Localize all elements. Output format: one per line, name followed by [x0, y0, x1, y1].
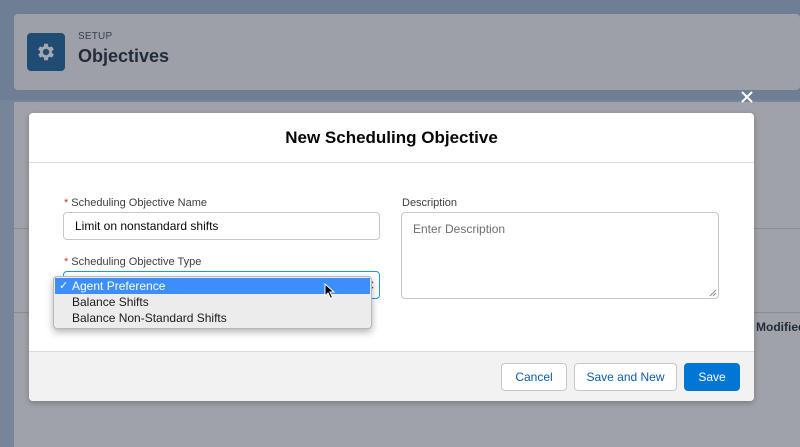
required-marker: * — [64, 256, 69, 268]
description-textarea[interactable] — [401, 212, 719, 299]
modal-header: New Scheduling Objective — [29, 113, 754, 163]
objective-name-label: * Scheduling Objective Name — [64, 197, 208, 209]
resize-grip-icon[interactable] — [709, 289, 717, 297]
objective-type-label: * Scheduling Objective Type — [64, 256, 202, 268]
objective-name-input[interactable] — [63, 212, 380, 240]
save-and-new-button[interactable]: Save and New — [574, 363, 677, 391]
cancel-button[interactable]: Cancel — [501, 363, 567, 391]
close-icon[interactable] — [738, 88, 756, 106]
mouse-cursor-icon — [324, 283, 336, 300]
option-balance-non-standard-shifts[interactable]: Balance Non-Standard Shifts — [54, 310, 371, 326]
check-icon: ✓ — [59, 280, 69, 292]
description-label: Description — [402, 197, 458, 209]
required-marker: * — [64, 197, 69, 209]
modal-title: New Scheduling Objective — [285, 127, 498, 147]
save-button[interactable]: Save — [684, 363, 740, 391]
option-agent-preference[interactable]: ✓ Agent Preference — [55, 278, 370, 294]
